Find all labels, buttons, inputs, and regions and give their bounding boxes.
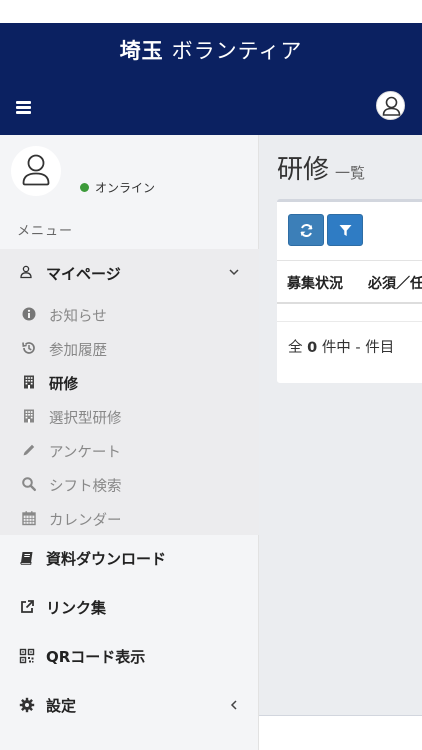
sidebar-item-links[interactable]: リンク集 — [0, 584, 259, 632]
brand-rest: ボランティア — [171, 39, 303, 63]
sidebar-item-training[interactable]: 研修 — [0, 365, 259, 399]
main-content: 研修 一覧 募集状況 必須／任 全 0 件中 - 件目 — [259, 135, 422, 715]
user-avatar-icon — [22, 154, 50, 186]
list-card: 募集状況 必須／任 全 0 件中 - 件目 — [277, 199, 422, 383]
qrcode-icon — [19, 648, 35, 664]
online-status: オンライン — [80, 179, 155, 196]
brand-title: 埼玉 ボランティア — [0, 35, 422, 65]
user-icon — [20, 265, 32, 279]
info-circle-icon — [22, 307, 36, 321]
filter-icon — [339, 225, 352, 236]
sidebar-item-label: シフト検索 — [49, 479, 122, 495]
column-header[interactable]: 募集状況 — [287, 273, 343, 293]
sidebar-item-label: 設定 — [46, 697, 77, 715]
menu-header: メニュー — [17, 224, 74, 239]
sidebar-item-label: 選択型研修 — [49, 411, 122, 427]
pencil-icon — [23, 444, 35, 456]
sidebar-item-selective-training[interactable]: 選択型研修 — [0, 399, 259, 433]
chevron-left-icon — [230, 700, 237, 710]
gear-icon — [19, 697, 35, 713]
sidebar-item-label: 参加履歴 — [49, 343, 107, 359]
user-panel: オンライン — [0, 135, 259, 213]
sidebar-item-mypage[interactable]: マイページ — [0, 249, 259, 297]
sidebar-item-label: カレンダー — [49, 513, 122, 529]
sidebar-item-label: QRコード表示 — [46, 648, 146, 666]
sidebar-item-downloads[interactable]: 資料ダウンロード — [0, 535, 259, 583]
summary-count: 0 — [307, 340, 318, 356]
pagination-summary: 全 0 件中 - 件目 — [288, 336, 394, 357]
calendar-icon — [22, 511, 36, 526]
sidebar: オンライン メニュー マイページ お知らせ 参加履歴 研修 選択型研修 アンケー… — [0, 135, 259, 750]
sidebar-item-notices[interactable]: お知らせ — [0, 297, 259, 331]
sidebar-item-label: 研修 — [49, 377, 78, 393]
table-header: 募集状況 必須／任 — [277, 260, 422, 304]
search-icon — [22, 477, 36, 491]
summary-prefix: 全 — [288, 340, 303, 356]
sidebar-group-mypage: マイページ お知らせ 参加履歴 研修 選択型研修 アンケート シフト検索 カレン… — [0, 249, 259, 535]
sidebar-item-label: お知らせ — [49, 309, 107, 325]
external-link-icon — [21, 600, 34, 613]
header-avatar-button[interactable] — [376, 91, 405, 120]
sidebar-item-label: マイページ — [46, 265, 121, 283]
book-icon — [20, 552, 33, 565]
filter-button[interactable] — [327, 214, 363, 246]
page-footer — [259, 715, 422, 750]
sidebar-item-qrcode[interactable]: QRコード表示 — [0, 633, 259, 681]
refresh-icon — [300, 223, 313, 238]
sidebar-item-label: アンケート — [49, 445, 121, 461]
online-dot-icon — [80, 183, 89, 192]
avatar — [11, 146, 61, 196]
sidebar-item-history[interactable]: 参加履歴 — [0, 331, 259, 365]
refresh-button[interactable] — [288, 214, 324, 246]
page-title: 研修 一覧 — [277, 149, 365, 186]
table-empty-row — [277, 304, 422, 322]
sidebar-item-label: リンク集 — [46, 599, 107, 617]
history-icon — [22, 342, 35, 354]
app-header: 埼玉 ボランティア — [0, 23, 422, 135]
page-subtitle: 一覧 — [335, 164, 366, 182]
brand-bold: 埼玉 — [119, 39, 164, 63]
online-status-label: オンライン — [95, 181, 156, 195]
sidebar-item-label: 資料ダウンロード — [46, 550, 167, 568]
sidebar-item-calendar[interactable]: カレンダー — [0, 501, 259, 535]
building-icon — [24, 375, 34, 389]
page-title-text: 研修 — [277, 155, 330, 185]
sidebar-item-shift-search[interactable]: シフト検索 — [0, 467, 259, 501]
chevron-down-icon — [229, 269, 239, 276]
user-avatar-icon — [382, 96, 401, 116]
sidebar-item-survey[interactable]: アンケート — [0, 433, 259, 467]
summary-suffix: 件中 - 件目 — [321, 340, 395, 356]
status-bar-area — [0, 0, 422, 23]
hamburger-icon[interactable] — [16, 101, 31, 114]
building-icon — [24, 409, 34, 423]
sidebar-item-settings[interactable]: 設定 — [0, 682, 259, 730]
column-header[interactable]: 必須／任 — [368, 273, 422, 293]
